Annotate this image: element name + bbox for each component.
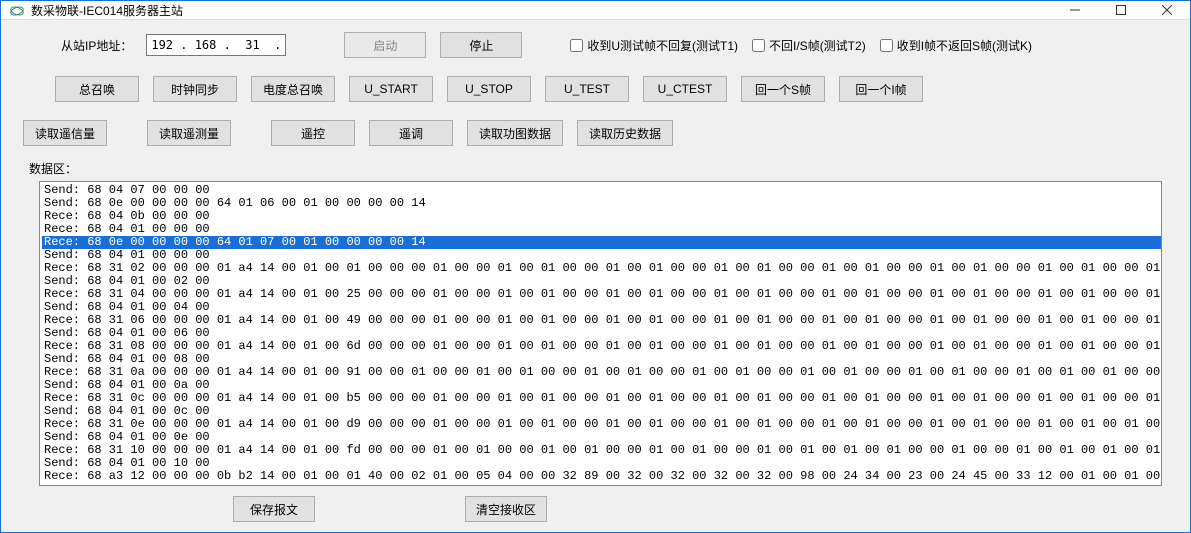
command-row-2: 读取遥信量 读取遥测量 遥控 遥调 读取功图数据 读取历史数据 bbox=[23, 120, 1168, 146]
checkbox-t1-label: 收到U测试帧不回复(测试T1) bbox=[587, 37, 738, 54]
minimize-button[interactable] bbox=[1052, 1, 1098, 19]
u-test-button[interactable]: U_TEST bbox=[545, 76, 629, 102]
checkbox-t1-box[interactable] bbox=[570, 39, 583, 52]
bottom-row: 保存报文 清空接收区 bbox=[23, 486, 1168, 522]
checkbox-k-box[interactable] bbox=[880, 39, 893, 52]
u-stop-button[interactable]: U_STOP bbox=[447, 76, 531, 102]
read-yx-button[interactable]: 读取遥信量 bbox=[23, 120, 107, 146]
checkbox-k-label: 收到I帧不返回S帧(测试K) bbox=[897, 37, 1032, 54]
u-ctest-button[interactable]: U_CTEST bbox=[643, 76, 727, 102]
window-controls bbox=[1052, 1, 1190, 19]
window-title: 数采物联-IEC014服务器主站 bbox=[31, 2, 1052, 19]
data-area-label: 数据区： bbox=[29, 160, 1168, 177]
log-line[interactable]: Rece: 68 31 02 00 00 00 01 a4 14 00 01 0… bbox=[42, 262, 1161, 275]
reply-i-frame-button[interactable]: 回一个I帧 bbox=[839, 76, 923, 102]
reply-s-frame-button[interactable]: 回一个S帧 bbox=[741, 76, 825, 102]
save-message-button[interactable]: 保存报文 bbox=[233, 496, 315, 522]
command-row-1: 总召唤 时钟同步 电度总召唤 U_START U_STOP U_TEST U_C… bbox=[23, 76, 1168, 102]
log-line[interactable]: Rece: 68 31 0c 00 00 00 01 a4 14 00 01 0… bbox=[42, 392, 1161, 405]
checkbox-t2[interactable]: 不回I/S帧(测试T2) bbox=[752, 37, 866, 54]
read-yc-button[interactable]: 读取遥测量 bbox=[147, 120, 231, 146]
log-line[interactable]: Send: 68 0e 00 00 00 00 64 01 06 00 01 0… bbox=[42, 197, 1161, 210]
read-history-button[interactable]: 读取历史数据 bbox=[577, 120, 673, 146]
read-diagram-button[interactable]: 读取功图数据 bbox=[467, 120, 563, 146]
yt-button[interactable]: 遥调 bbox=[369, 120, 453, 146]
connection-row: 从站IP地址： 启动 停止 收到U测试帧不回复(测试T1) 不回I/S帧(测试T… bbox=[23, 32, 1168, 58]
yk-button[interactable]: 遥控 bbox=[271, 120, 355, 146]
ip-label: 从站IP地址： bbox=[61, 37, 132, 54]
clear-receive-button[interactable]: 清空接收区 bbox=[465, 496, 547, 522]
title-bar[interactable]: 数采物联-IEC014服务器主站 bbox=[1, 1, 1190, 20]
log-line[interactable]: Rece: 68 04 0b 00 00 00 bbox=[42, 210, 1161, 223]
log-line[interactable]: Rece: 68 0e 00 00 00 00 64 01 07 00 01 0… bbox=[42, 236, 1161, 249]
checkbox-t1[interactable]: 收到U测试帧不回复(测试T1) bbox=[570, 37, 738, 54]
general-call-button[interactable]: 总召唤 bbox=[55, 76, 139, 102]
data-log-area[interactable]: Send: 68 04 07 00 00 00Send: 68 0e 00 00… bbox=[39, 181, 1162, 486]
main-window: 数采物联-IEC014服务器主站 从站IP地址： 启动 停止 收到U测试帧不回复… bbox=[0, 0, 1191, 533]
checkbox-k[interactable]: 收到I帧不返回S帧(测试K) bbox=[880, 37, 1032, 54]
checkbox-t2-box[interactable] bbox=[752, 39, 765, 52]
log-line[interactable]: Rece: 68 a3 12 00 00 00 0b b2 14 00 01 0… bbox=[42, 470, 1161, 483]
stop-button[interactable]: 停止 bbox=[440, 32, 522, 58]
app-icon bbox=[9, 2, 25, 18]
clock-sync-button[interactable]: 时钟同步 bbox=[153, 76, 237, 102]
ip-address-input[interactable] bbox=[146, 34, 286, 56]
log-line[interactable]: Rece: 68 31 06 00 00 00 01 a4 14 00 01 0… bbox=[42, 314, 1161, 327]
log-line[interactable]: Rece: 68 31 08 00 00 00 01 a4 14 00 01 0… bbox=[42, 340, 1161, 353]
log-line[interactable]: Rece: 68 31 0a 00 00 00 01 a4 14 00 01 0… bbox=[42, 366, 1161, 379]
log-line[interactable]: Rece: 68 31 0e 00 00 00 01 a4 14 00 01 0… bbox=[42, 418, 1161, 431]
u-start-button[interactable]: U_START bbox=[349, 76, 433, 102]
close-button[interactable] bbox=[1144, 1, 1190, 19]
log-line[interactable]: Rece: 68 31 04 00 00 00 01 a4 14 00 01 0… bbox=[42, 288, 1161, 301]
maximize-button[interactable] bbox=[1098, 1, 1144, 19]
start-button[interactable]: 启动 bbox=[344, 32, 426, 58]
checkbox-t2-label: 不回I/S帧(测试T2) bbox=[769, 37, 866, 54]
client-area: 从站IP地址： 启动 停止 收到U测试帧不回复(测试T1) 不回I/S帧(测试T… bbox=[1, 20, 1190, 532]
log-line[interactable]: Rece: 68 31 10 00 00 00 01 a4 14 00 01 0… bbox=[42, 444, 1161, 457]
energy-call-button[interactable]: 电度总召唤 bbox=[251, 76, 335, 102]
